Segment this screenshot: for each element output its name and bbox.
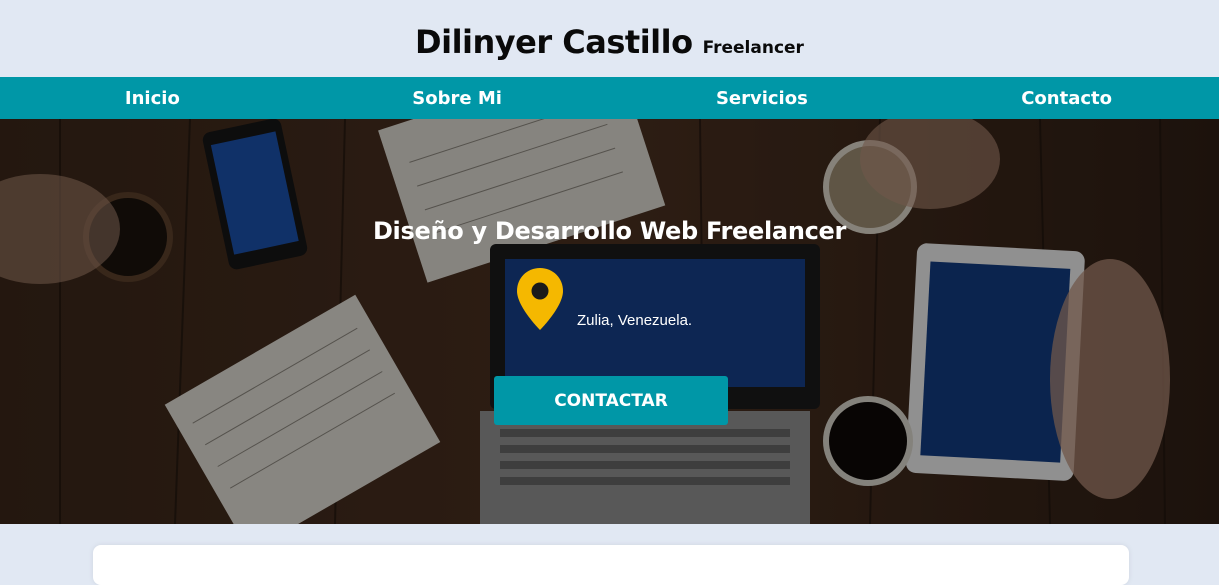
main-nav: Inicio Sobre Mi Servicios Contacto xyxy=(0,77,1219,119)
nav-item-servicios[interactable]: Servicios xyxy=(610,88,915,109)
hero-content: Diseño y Desarrollo Web Freelancer Zulia… xyxy=(0,119,1219,524)
nav-item-sobre-mi[interactable]: Sobre Mi xyxy=(305,88,610,109)
location: Zulia, Venezuela. xyxy=(515,267,692,331)
content-card xyxy=(93,545,1129,585)
map-pin-icon xyxy=(517,268,563,330)
hero-title: Diseño y Desarrollo Web Freelancer xyxy=(372,217,847,245)
brand-tagline: Freelancer xyxy=(702,37,804,58)
brand: Dilinyer Castillo Freelancer xyxy=(415,23,804,61)
location-text: Zulia, Venezuela. xyxy=(577,312,693,329)
hero-section: Diseño y Desarrollo Web Freelancer Zulia… xyxy=(0,119,1219,524)
nav-item-inicio[interactable]: Inicio xyxy=(0,88,305,109)
brand-name: Dilinyer Castillo xyxy=(415,22,693,61)
nav-item-contacto[interactable]: Contacto xyxy=(914,88,1219,109)
site-header: Dilinyer Castillo Freelancer xyxy=(0,0,1219,77)
contact-button[interactable]: CONTACTAR xyxy=(494,376,728,425)
